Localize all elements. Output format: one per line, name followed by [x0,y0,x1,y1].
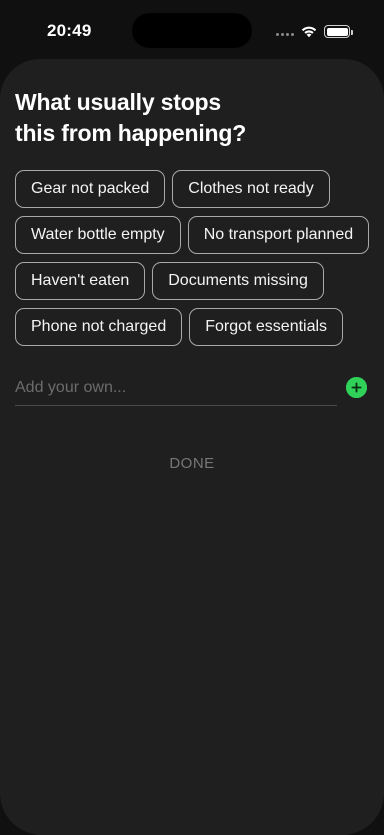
battery-icon [324,25,353,38]
title-line-2: this from happening? [15,120,247,146]
status-time: 20:49 [47,21,92,40]
done-button[interactable]: DONE [0,455,384,472]
dynamic-island [132,13,252,48]
chip-water-bottle-empty[interactable]: Water bottle empty [15,216,181,254]
chip-phone-not-charged[interactable]: Phone not charged [15,308,183,346]
chip-clothes-not-ready[interactable]: Clothes not ready [172,170,330,208]
chip-havent-eaten[interactable]: Haven't eaten [15,262,146,300]
status-bar: 20:49 [0,0,384,60]
chip-row: Haven't eaten Documents missing [15,262,375,300]
add-own-input[interactable] [15,372,337,404]
plus-circle-icon [346,377,367,398]
chip-forgot-essentials[interactable]: Forgot essentials [189,308,344,346]
add-own-field [15,372,337,406]
chip-gear-not-packed[interactable]: Gear not packed [15,170,166,208]
reason-chips: Gear not packed Clothes not ready Water … [15,170,375,354]
add-button[interactable] [346,377,367,398]
signal-dots-icon [276,33,294,36]
sheet-title: What usually stops this from happening? [15,87,315,149]
wifi-icon [301,26,317,38]
chip-row: Gear not packed Clothes not ready [15,170,375,208]
chip-row: Phone not charged Forgot essentials [15,308,375,346]
chip-documents-missing[interactable]: Documents missing [152,262,324,300]
title-line-1: What usually stops [15,89,221,115]
chip-row: Water bottle empty No transport planned [15,216,375,254]
chip-no-transport-planned[interactable]: No transport planned [187,216,370,254]
